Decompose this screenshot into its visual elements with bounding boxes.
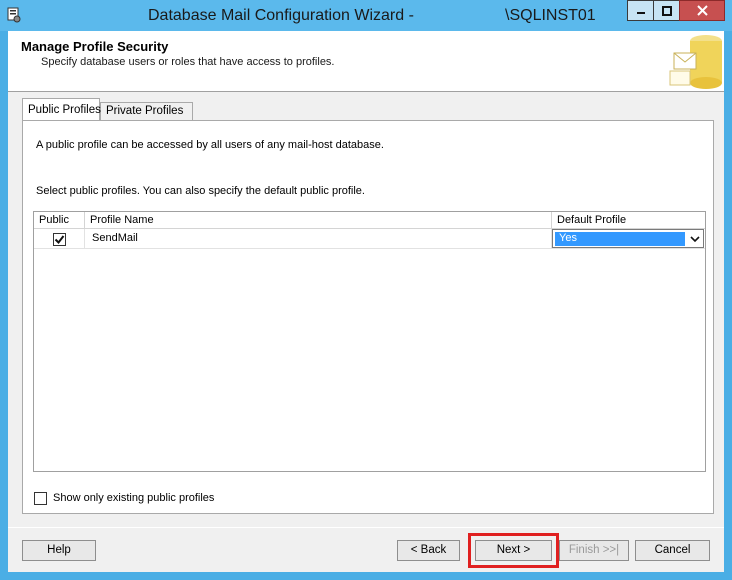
maximize-icon [661, 5, 672, 16]
close-icon [696, 5, 708, 16]
show-existing-checkbox[interactable] [34, 492, 47, 505]
minimize-button[interactable] [627, 0, 654, 21]
finish-button[interactable]: Finish >>| [559, 540, 629, 561]
maximize-button[interactable] [653, 0, 680, 21]
default-profile-cell: Yes [552, 229, 705, 249]
wizard-header: Manage Profile Security Specify database… [8, 31, 724, 92]
database-mail-art-icon [666, 31, 724, 91]
page-title: Manage Profile Security [21, 39, 169, 54]
default-profile-dropdown[interactable]: Yes [552, 229, 704, 248]
next-button[interactable]: Next > [475, 540, 552, 561]
cancel-button[interactable]: Cancel [635, 540, 710, 561]
title-bar: Database Mail Configuration Wizard - \SQ… [0, 0, 732, 31]
show-existing-label[interactable]: Show only existing public profiles [53, 492, 214, 504]
profile-name-cell: SendMail [85, 229, 552, 249]
public-cell [34, 229, 85, 249]
public-checkbox[interactable] [53, 233, 66, 246]
button-separator [8, 527, 724, 528]
public-profile-description: A public profile can be accessed by all … [36, 139, 384, 151]
column-header-public[interactable]: Public [34, 212, 85, 229]
grid-header: Public Profile Name Default Profile [34, 212, 705, 229]
column-header-default-profile[interactable]: Default Profile [552, 212, 705, 229]
wizard-client-area: Manage Profile Security Specify database… [8, 31, 724, 572]
public-profile-instruction: Select public profiles. You can also spe… [36, 185, 365, 197]
minimize-icon [636, 11, 645, 14]
table-row[interactable]: SendMail Yes [34, 229, 705, 249]
help-button[interactable]: Help [22, 540, 96, 561]
public-profiles-grid[interactable]: Public Profile Name Default Profile Send… [33, 211, 706, 472]
window-title: Database Mail Configuration Wizard - [148, 7, 414, 24]
wizard-app-icon [7, 7, 21, 23]
back-button[interactable]: < Back [397, 540, 460, 561]
checkmark-icon [54, 235, 65, 245]
public-profiles-panel: A public profile can be accessed by all … [22, 120, 714, 514]
chevron-down-icon[interactable] [690, 233, 700, 245]
tab-private-profiles[interactable]: Private Profiles [100, 102, 193, 121]
window-title-instance: \SQLINST01 [505, 7, 596, 24]
page-subtitle: Specify database users or roles that hav… [41, 56, 335, 68]
default-profile-value: Yes [555, 232, 685, 246]
tab-public-profiles[interactable]: Public Profiles [22, 98, 101, 120]
column-header-profile-name[interactable]: Profile Name [85, 212, 552, 229]
close-button[interactable] [679, 0, 725, 21]
